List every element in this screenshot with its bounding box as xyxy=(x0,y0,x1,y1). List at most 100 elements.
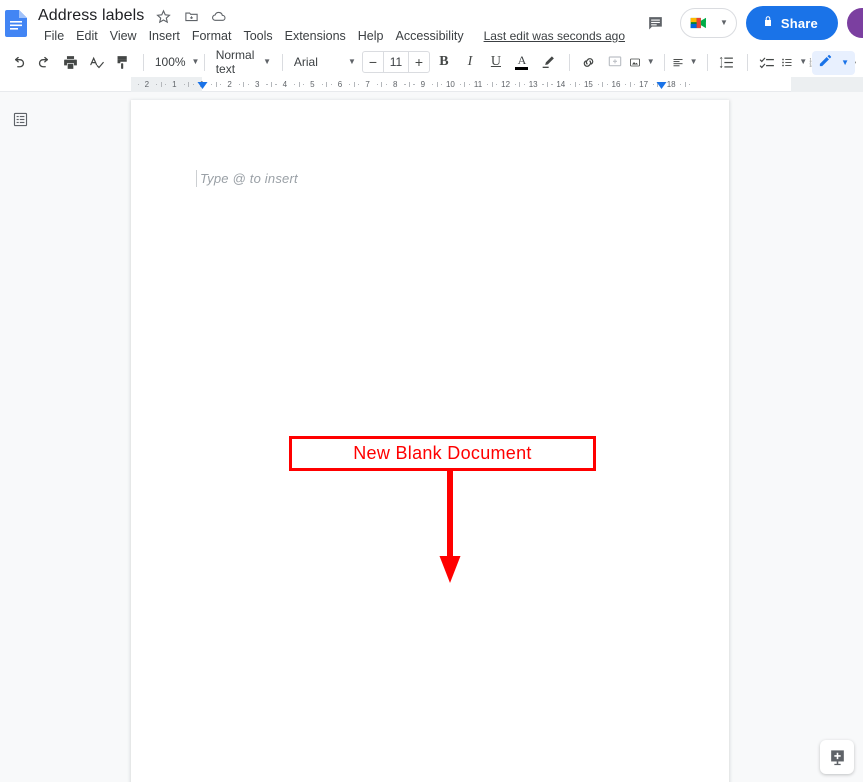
menu-edit[interactable]: Edit xyxy=(70,28,104,44)
insert-link-icon[interactable] xyxy=(577,50,601,74)
google-docs-icon[interactable] xyxy=(5,10,27,37)
ruler-minor-tick xyxy=(689,84,691,85)
share-button[interactable]: Share xyxy=(745,6,838,40)
ruler-minor-tick xyxy=(376,84,378,85)
ruler-minor-tick xyxy=(330,84,332,85)
menu-accessibility[interactable]: Accessibility xyxy=(390,28,470,44)
document-outline-icon[interactable] xyxy=(10,109,30,129)
document-title-row: Address labels xyxy=(38,5,228,27)
annotation-arrow xyxy=(436,471,464,583)
menu-tools[interactable]: Tools xyxy=(237,28,278,44)
ruler-minor-tick xyxy=(597,84,599,85)
toolbar-divider xyxy=(203,53,205,71)
editing-pencil-icon xyxy=(818,53,833,73)
cloud-saved-icon[interactable] xyxy=(210,7,228,25)
comment-history-icon[interactable] xyxy=(641,8,671,38)
text-color-button[interactable]: A xyxy=(510,50,534,74)
left-indent-marker[interactable] xyxy=(197,78,208,89)
zoom-selector[interactable]: 100% ▼ xyxy=(151,50,200,74)
menu-insert[interactable]: Insert xyxy=(143,28,186,44)
ruler-number: 2 xyxy=(227,80,232,89)
avatar[interactable] xyxy=(847,8,863,38)
insert-placeholder-text: Type @ to insert xyxy=(200,171,298,186)
toolbar-divider xyxy=(568,53,570,71)
star-icon[interactable] xyxy=(154,7,172,25)
align-left-icon[interactable]: ▼ xyxy=(672,50,698,74)
ruler-major-tick xyxy=(243,82,245,87)
redo-icon[interactable] xyxy=(32,50,56,74)
paragraph-style-selector[interactable]: Normal text ▼ xyxy=(212,48,275,76)
ruler[interactable]: 21123456789101112131415161718 xyxy=(131,77,863,92)
ruler-minor-tick xyxy=(211,84,213,85)
highlight-pen-icon[interactable] xyxy=(536,50,560,74)
last-edit-link[interactable]: Last edit was seconds ago xyxy=(484,29,625,43)
ruler-major-tick xyxy=(491,82,493,87)
checklist-icon[interactable] xyxy=(755,50,779,74)
paint-format-icon[interactable] xyxy=(110,50,134,74)
zoom-value: 100% xyxy=(154,55,186,69)
left-rail xyxy=(0,92,131,782)
ruler-major-tick xyxy=(547,82,548,87)
font-size-input[interactable]: 11 xyxy=(382,52,409,72)
menu-bar: File Edit View Insert Format Tools Exten… xyxy=(38,27,625,45)
right-indent-marker[interactable] xyxy=(656,78,667,89)
editing-mode-button[interactable]: ▼ xyxy=(812,51,855,75)
ruler-minor-tick xyxy=(156,84,158,85)
ruler-minor-tick xyxy=(432,84,434,85)
ruler-minor-tick xyxy=(266,84,268,85)
ruler-minor-tick xyxy=(404,84,406,85)
spellcheck-icon[interactable] xyxy=(84,50,108,74)
menu-format[interactable]: Format xyxy=(186,28,238,44)
ruler-major-tick xyxy=(188,82,190,87)
ruler-minor-tick xyxy=(441,84,443,85)
ruler-minor-tick xyxy=(248,84,250,85)
menu-view[interactable]: View xyxy=(104,28,143,44)
google-docs-window: Address labels File Edit View Insert For… xyxy=(0,0,863,782)
ruler-major-tick xyxy=(326,82,328,87)
font-size-decrease-button[interactable]: − xyxy=(363,52,383,72)
underline-button[interactable]: U xyxy=(484,50,508,74)
ruler-minor-tick xyxy=(275,84,277,85)
ruler-minor-tick xyxy=(551,84,553,85)
google-meet-icon[interactable]: ▼ xyxy=(679,8,737,38)
menu-help[interactable]: Help xyxy=(352,28,390,44)
ruler-minor-tick xyxy=(496,84,498,85)
chevron-down-icon: ▼ xyxy=(263,57,272,66)
italic-button[interactable]: I xyxy=(458,50,482,74)
text-color-letter: A xyxy=(517,53,527,67)
menu-extensions[interactable]: Extensions xyxy=(279,28,352,44)
ruler-minor-tick xyxy=(358,84,360,85)
font-value: Arial xyxy=(293,55,318,69)
ruler-minor-tick xyxy=(542,84,544,85)
ruler-minor-tick xyxy=(192,84,194,85)
menu-file[interactable]: File xyxy=(38,28,70,44)
explore-add-icon[interactable] xyxy=(820,740,854,774)
font-selector[interactable]: Arial ▼ xyxy=(290,50,360,74)
ruler-major-tick xyxy=(602,82,604,87)
ruler-minor-tick xyxy=(625,84,627,85)
add-comment-icon[interactable] xyxy=(603,50,627,74)
formatting-toolbar: 100% ▼ Normal text ▼ Arial ▼ − 11 + B I … xyxy=(0,47,863,77)
undo-icon[interactable] xyxy=(6,50,30,74)
print-icon[interactable] xyxy=(58,50,82,74)
text-color-swatch xyxy=(515,67,529,70)
chevron-down-icon: ▼ xyxy=(841,58,849,67)
ruler-major-tick xyxy=(215,82,217,87)
line-spacing-icon[interactable] xyxy=(714,50,738,74)
ruler-minor-tick xyxy=(321,84,323,85)
move-to-folder-icon[interactable] xyxy=(182,7,200,25)
bold-button[interactable]: B xyxy=(432,50,456,74)
lock-icon xyxy=(762,15,774,31)
font-size-increase-button[interactable]: + xyxy=(409,52,429,72)
chevron-down-icon: ▼ xyxy=(799,57,808,66)
ruler-minor-tick xyxy=(570,84,572,85)
bulleted-list-icon[interactable]: ▼ xyxy=(781,50,807,74)
ruler-major-tick xyxy=(685,82,686,87)
ruler-number: 3 xyxy=(254,80,260,89)
ruler-minor-tick xyxy=(238,84,240,85)
ruler-number: 4 xyxy=(282,80,288,89)
insert-image-icon[interactable]: ▼ xyxy=(629,50,655,74)
ruler-minor-tick xyxy=(165,84,167,85)
page-title[interactable]: Address labels xyxy=(38,7,144,25)
text-caret xyxy=(196,170,197,187)
